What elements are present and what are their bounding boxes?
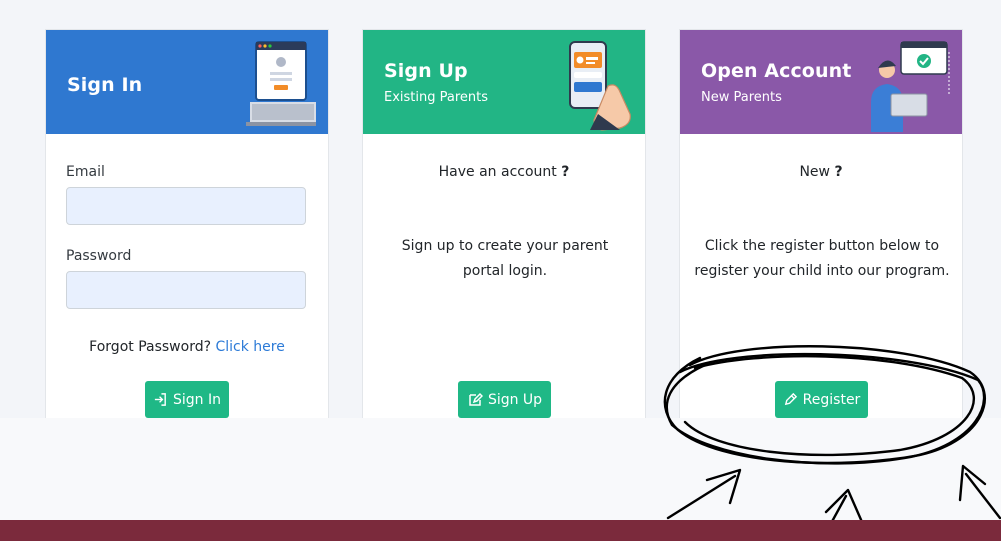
- register-button[interactable]: Register: [775, 381, 868, 418]
- footer-bar: [0, 520, 1001, 541]
- forgot-password-text: Forgot Password?: [89, 339, 212, 355]
- email-input[interactable]: [66, 187, 306, 225]
- open-account-question-mark: ?: [834, 164, 843, 180]
- person-laptop-illustration-icon: [871, 41, 950, 132]
- signup-header: Sign Up Existing Parents: [363, 30, 645, 134]
- login-screen-illustration-icon: [246, 41, 316, 126]
- signin-title: Sign In: [67, 74, 143, 96]
- email-label: Email: [66, 164, 105, 180]
- signup-subtitle: Existing Parents: [384, 90, 489, 105]
- password-label: Password: [66, 248, 132, 264]
- signup-button[interactable]: Sign Up: [458, 381, 551, 418]
- edit-icon: [469, 392, 483, 406]
- open-account-description: Click the register button below to regis…: [694, 238, 950, 279]
- open-account-subtitle: New Parents: [701, 90, 782, 105]
- open-account-header: Open Account New Parents: [680, 30, 962, 134]
- open-account-question: New ?: [680, 160, 962, 185]
- pencil-icon: [784, 392, 797, 406]
- phone-touch-illustration-icon: [569, 41, 631, 131]
- page-background-lower: [0, 418, 1001, 520]
- forgot-password-link[interactable]: Click here: [215, 339, 284, 355]
- open-account-card: Open Account New Parents New ? Click the…: [679, 29, 963, 418]
- signup-card: Sign Up Existing Parents Have an account…: [362, 29, 646, 418]
- signup-question-text: Have an account: [438, 164, 557, 180]
- signup-question-mark: ?: [561, 164, 570, 180]
- sign-in-icon: [154, 393, 166, 406]
- signin-card: Sign In Email Password Forgot Password? …: [45, 29, 329, 418]
- signup-question: Have an account ?: [363, 160, 645, 185]
- signin-button-label: Sign In: [173, 391, 221, 408]
- open-account-question-text: New: [799, 164, 830, 180]
- open-account-title: Open Account: [701, 60, 852, 82]
- forgot-password-row: Forgot Password? Click here: [46, 335, 328, 360]
- signin-button[interactable]: Sign In: [145, 381, 229, 418]
- register-button-label: Register: [802, 391, 861, 408]
- signup-title: Sign Up: [384, 60, 468, 82]
- signup-button-label: Sign Up: [487, 391, 543, 408]
- signin-header: Sign In: [46, 30, 328, 134]
- signup-description: Sign up to create your parent portal log…: [401, 238, 609, 279]
- password-input[interactable]: [66, 271, 306, 309]
